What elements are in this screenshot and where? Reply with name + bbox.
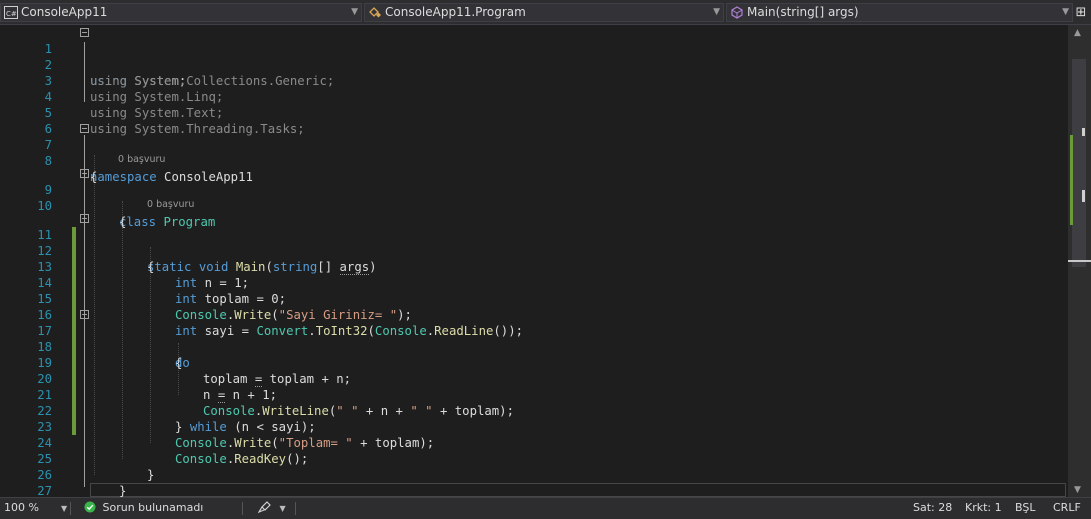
code-line: 4 using System.Text;: [0, 73, 1068, 120]
member-scope-name: Main(string[] args): [747, 5, 859, 19]
references-codelens[interactable]: 0 başvuru: [147, 198, 194, 211]
class-scope-dropdown[interactable]: ConsoleApp11.Program ▼: [364, 3, 724, 22]
code-line: 24 Console.ReadKey();: [0, 419, 1068, 466]
divider: [295, 502, 296, 515]
method-icon: [731, 6, 743, 19]
references-codelens[interactable]: 0 başvuru: [118, 153, 165, 166]
fold-toggle[interactable]: [80, 310, 89, 319]
minimap-marker: [1082, 128, 1085, 136]
chevron-down-icon: ▼: [279, 504, 286, 513]
scroll-up-icon[interactable]: ▲: [1074, 28, 1081, 38]
code-line: 21 Console.WriteLine(" " + n + " " + top…: [0, 371, 1068, 418]
code-cleanup-icon: [257, 501, 271, 514]
code-line: 18 {: [0, 323, 1068, 370]
fold-toggle[interactable]: [80, 28, 89, 37]
code-line: 15 Console.Write("Sayi Giriniz= ");: [0, 275, 1068, 322]
zoom-level-dropdown[interactable]: 100 % ▼: [4, 498, 67, 519]
code-line: 22 } while (n < sayi);: [0, 387, 1068, 434]
scroll-down-icon[interactable]: ▼: [1074, 485, 1081, 495]
class-icon: [369, 7, 381, 18]
issues-indicator[interactable]: Sorun bulunamadı: [84, 498, 203, 518]
code-line: 17 do: [0, 307, 1068, 370]
code-line: 3 using System.Linq;: [0, 57, 1068, 104]
code-line: 16 int sayi = Convert.ToInt32(Console.Re…: [0, 291, 1068, 338]
divider: [242, 502, 243, 515]
line-indicator[interactable]: Sat: 28: [913, 498, 952, 518]
code-line: 14 int toplam = 0;: [0, 259, 1068, 306]
code-line: 13 int n = 1;: [0, 243, 1068, 290]
status-bar: 100 % ▼ Sorun bulunamadı ▼ Sat: 28 Krkt: …: [0, 497, 1091, 519]
chevron-down-icon: ▼: [713, 7, 720, 17]
code-cleanup-button[interactable]: ▼: [257, 498, 286, 519]
scroll-thumb[interactable]: [1072, 59, 1086, 267]
fold-toggle[interactable]: [80, 124, 89, 133]
check-circle-icon: [84, 501, 96, 513]
project-dropdown[interactable]: C# ConsoleApp11 ▼: [0, 3, 362, 22]
chevron-down-icon: ▼: [351, 7, 358, 17]
vertical-scrollbar[interactable]: ▲ ▼: [1068, 25, 1091, 497]
member-scope-dropdown[interactable]: Main(string[] args) ▼: [726, 3, 1073, 22]
split-window-icon[interactable]: ⊞: [1073, 4, 1089, 21]
navigation-bar: C# ConsoleApp11 ▼ ConsoleApp11.Program ▼…: [0, 0, 1091, 25]
code-line: 7 namespace ConsoleApp11: [0, 121, 1068, 184]
chevron-down-icon: ▼: [1062, 7, 1069, 17]
code-line: 25 }: [0, 435, 1068, 482]
caret-position-marker: [1068, 260, 1091, 262]
code-line: 20 n = n + 1;: [0, 355, 1068, 403]
code-line: 8 {: [0, 137, 1068, 184]
change-map-marker: [1070, 135, 1073, 225]
code-line: 19 toplam = toplam + n;: [0, 339, 1068, 387]
code-line: 23 Console.Write("Toplam= " + toplam);: [0, 403, 1068, 450]
code-line: 26 }: [0, 451, 1068, 497]
code-line: 27 }: [0, 467, 1068, 497]
code-line: 12 {: [0, 227, 1068, 274]
whitespace-indicator[interactable]: BŞL: [1015, 498, 1035, 518]
code-editor[interactable]: 1 using System; 2 using System.Collectio…: [0, 25, 1068, 497]
code-line: 2 using System.Collections.Generic;: [0, 41, 1068, 88]
code-line: 5 using System.Threading.Tasks;: [0, 89, 1068, 136]
line-ending-indicator[interactable]: CRLF: [1053, 498, 1081, 518]
fold-toggle[interactable]: [80, 169, 89, 178]
csharp-project-icon: C#: [4, 6, 18, 19]
code-line: 6: [0, 105, 1068, 136]
fold-toggle[interactable]: [80, 214, 89, 223]
code-line: 10 {: [0, 182, 1068, 229]
svg-text:C#: C#: [6, 10, 17, 18]
divider: [70, 502, 71, 515]
code-line: 1 using System;: [0, 25, 1068, 88]
project-name: ConsoleApp11: [21, 5, 108, 19]
class-scope-name: ConsoleApp11.Program: [385, 5, 526, 19]
minimap-marker: [1082, 190, 1085, 202]
code-line: 28: [0, 482, 1068, 497]
column-indicator[interactable]: Krkt: 1: [965, 498, 1002, 518]
code-line: 11 static void Main(string[] args): [0, 211, 1068, 275]
code-line: 9 class Program: [0, 166, 1068, 229]
